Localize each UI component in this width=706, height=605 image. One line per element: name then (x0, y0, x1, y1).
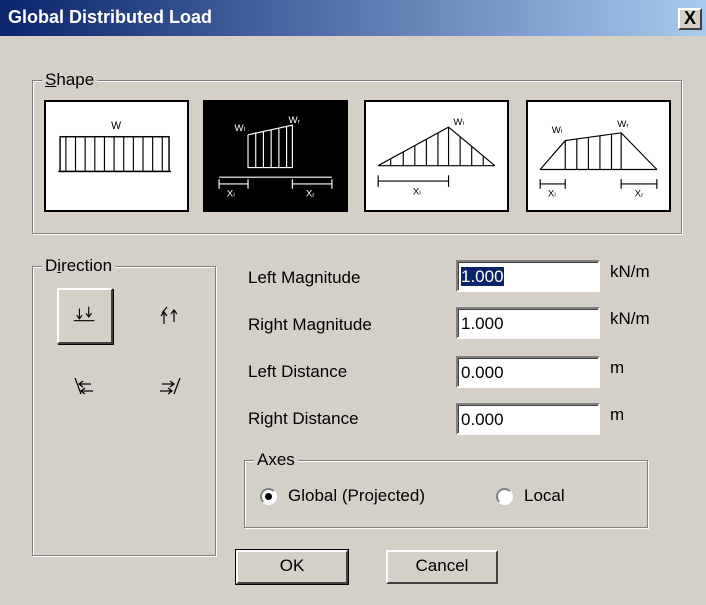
title-bar: Global Distributed Load X (0, 0, 706, 36)
left-magnitude-unit: kN/m (610, 262, 650, 281)
shape-label-xr: Xᵣ (635, 189, 644, 200)
left-magnitude-input[interactable]: 1.000 (456, 260, 600, 292)
shape-label-xl: Xₗ (227, 189, 235, 200)
arrows-down-icon (73, 306, 95, 322)
right-distance-label: Right Distance (248, 409, 359, 428)
axes-local-label[interactable]: Local (524, 486, 565, 506)
direction-gravity-down-button[interactable] (57, 288, 113, 344)
shape-label-xl: Xₗ (548, 189, 556, 200)
shape-label-xr: Xᵣ (306, 189, 315, 200)
left-distance-label: Left Distance (248, 362, 348, 381)
shape-uniform-option[interactable]: W (44, 100, 189, 212)
triangle-load-icon: Wₗ Xₗ (377, 117, 496, 198)
window-title: Global Distributed Load (8, 7, 213, 27)
left-distance-unit: m (610, 358, 625, 377)
left-magnitude-value: 1.000 (461, 267, 504, 286)
shape-label-wl: Wₗ (453, 117, 464, 128)
right-distance-value: 0.000 (461, 410, 504, 429)
shape-trapezoid-option[interactable]: Wₗ Wᵣ Xₗ Xᵣ (526, 100, 671, 212)
axes-group-label: Axes (254, 450, 298, 470)
uniform-load-icon: W (58, 120, 171, 173)
shape-label-w: W (111, 120, 121, 132)
direction-upward-button[interactable] (142, 288, 198, 344)
right-magnitude-unit: kN/m (610, 309, 650, 328)
left-distance-value: 0.000 (461, 363, 504, 382)
shape-label-wl: Wₗ (235, 123, 246, 134)
partial-trapezoid-load-icon: Wₗ Wᵣ Xₗ Xᵣ (218, 115, 333, 200)
left-magnitude-label: Left Magnitude (248, 268, 361, 287)
arrows-right-diagonal-icon (160, 377, 181, 395)
shape-partial-trapezoid-option[interactable]: Wₗ Wᵣ Xₗ Xᵣ (203, 100, 348, 212)
trapezoid-load-icon: Wₗ Wᵣ Xₗ Xᵣ (539, 119, 658, 200)
ok-button[interactable]: OK (235, 549, 349, 585)
direction-right-diagonal-button[interactable] (142, 360, 198, 416)
shape-label-wr: Wᵣ (289, 115, 301, 126)
axes-global-radio[interactable] (260, 488, 277, 505)
right-magnitude-label: Right Magnitude (248, 315, 372, 334)
left-distance-input[interactable]: 0.000 (456, 356, 600, 388)
right-magnitude-value: 1.000 (461, 314, 504, 333)
close-button[interactable]: X (678, 8, 702, 30)
shape-triangle-option[interactable]: Wₗ Xₗ (364, 100, 509, 212)
direction-group-label: Direction (42, 256, 116, 276)
shape-label-wr: Wᵣ (617, 119, 629, 130)
arrows-up-icon (160, 306, 178, 324)
right-distance-input[interactable]: 0.000 (456, 403, 600, 435)
axes-local-radio[interactable] (496, 488, 513, 505)
shape-label-wl: Wₗ (552, 125, 563, 136)
direction-left-diagonal-button[interactable] (57, 360, 113, 416)
shape-label-xl: Xₗ (413, 187, 421, 198)
right-distance-unit: m (610, 405, 625, 424)
shape-group-label: Shape (42, 70, 98, 90)
cancel-button[interactable]: Cancel (386, 550, 498, 584)
arrows-left-diagonal-icon (74, 377, 93, 395)
axes-global-label[interactable]: Global (Projected) (288, 486, 425, 506)
right-magnitude-input[interactable]: 1.000 (456, 307, 600, 339)
